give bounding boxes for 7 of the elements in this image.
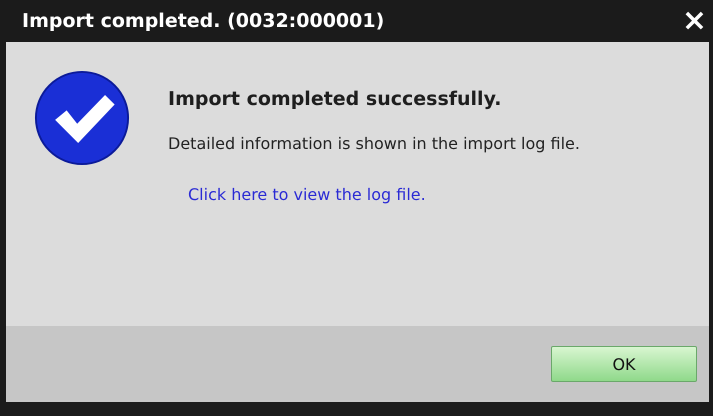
log-file-link[interactable]: Click here to view the log file. — [188, 185, 668, 204]
ok-button[interactable]: OK — [551, 346, 697, 382]
message-text: Detailed information is shown in the import log file. — [168, 133, 581, 155]
checkmark-icon — [34, 70, 130, 166]
close-button[interactable]: × — [680, 6, 709, 36]
window-title: Import completed. (0032:000001) — [21, 10, 384, 32]
message-heading: Import completed successfully. — [168, 88, 502, 110]
